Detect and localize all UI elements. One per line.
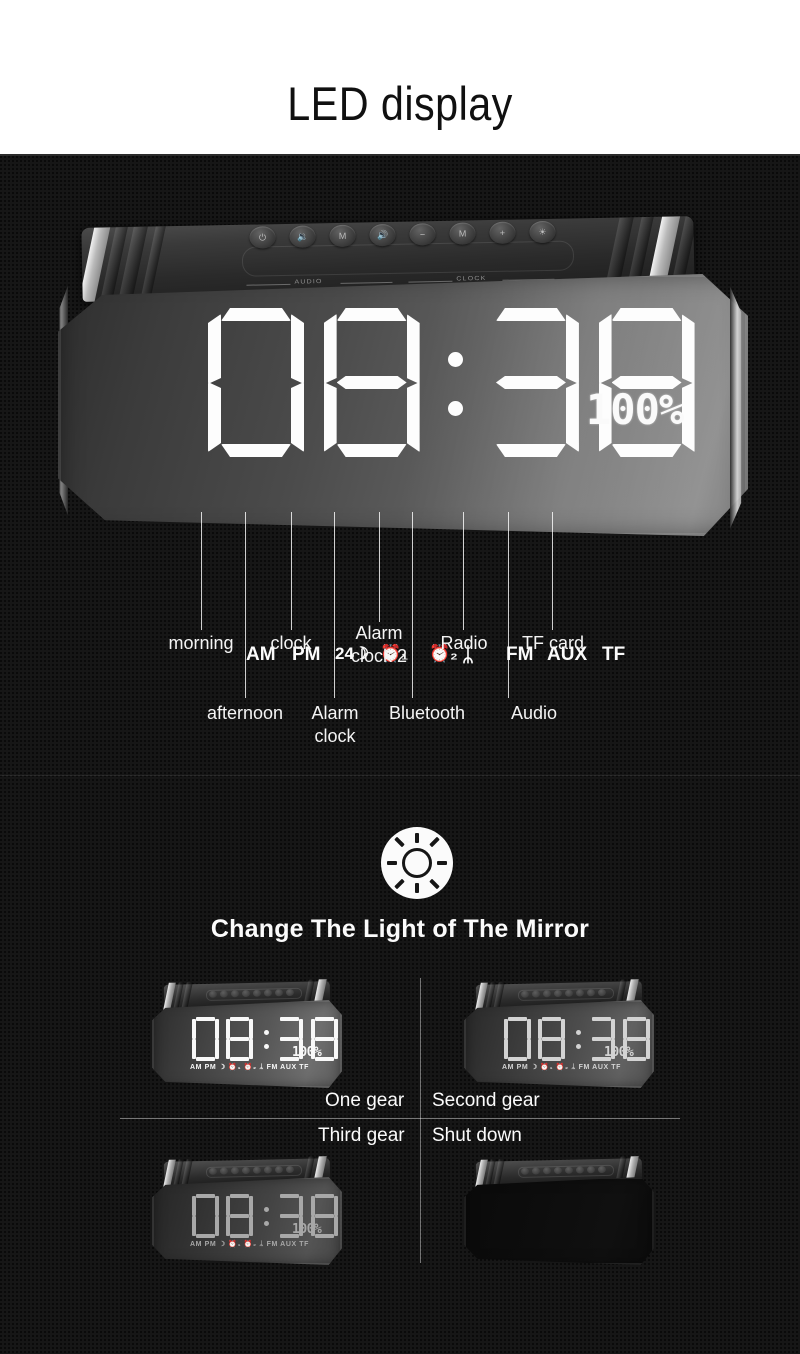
mini-indicator-strip: AM PM ☽ ⏰₁ ⏰₂ ᛦ FM AUX TF bbox=[502, 1064, 622, 1071]
sun-ray bbox=[437, 861, 447, 865]
mini-speaker-shut-down: 100% AM PM ☽ ⏰₁ ⏰₂ ᛦ FM AUX TF bbox=[464, 1156, 654, 1280]
section-divider bbox=[0, 775, 800, 776]
leader-line-bluetooth bbox=[412, 512, 413, 698]
indicator-tf: TF bbox=[602, 644, 626, 665]
sun-ray bbox=[394, 878, 405, 890]
header-section: LED display bbox=[0, 0, 800, 155]
sun-ray bbox=[394, 836, 405, 848]
mini-speaker-second-gear: 100% AM PM ☽ ⏰₁ ⏰₂ ᛦ FM AUX TF bbox=[464, 979, 654, 1103]
callout-morning: morning bbox=[168, 633, 234, 653]
speaker-product-image: ⏻ 🔉 M 🔊 − M + ☀ AUDIO CLOCK 100% AM PM 2… bbox=[58, 216, 748, 666]
sun-ray bbox=[429, 878, 440, 890]
sun-ray bbox=[415, 833, 419, 843]
mini-indicator-strip: AM PM ☽ ⏰₁ ⏰₂ ᛦ FM AUX TF bbox=[502, 1240, 621, 1248]
leader-line-radio bbox=[463, 512, 464, 630]
mini-battery: 100% bbox=[292, 1222, 322, 1237]
sun-ray bbox=[415, 883, 419, 893]
callout-alarm-clock-2: Alarm clock 2 bbox=[333, 622, 425, 668]
callout-radio: Radio bbox=[440, 633, 488, 653]
leader-line-tf-card bbox=[552, 512, 553, 630]
quadrant-divider-vertical-top bbox=[420, 978, 421, 1118]
callout-alarm-clock-line2: clock bbox=[314, 726, 356, 746]
mini-indicator-strip: AM PM ☽ ⏰₁ ⏰₂ ᛦ FM AUX TF bbox=[190, 1241, 310, 1248]
sun-core bbox=[402, 848, 432, 878]
led-display-infographic: LED display ⏻ 🔉 M 🔊 − M + ☀ AUDIO CLOCK … bbox=[0, 0, 800, 1354]
quadrant-divider-horizontal bbox=[120, 1118, 680, 1119]
leader-line-alarm-clock bbox=[334, 512, 335, 698]
status-indicator-row: AM PM 24☽ ⏰₁ ⏰₂ ᛦ FM AUX TF bbox=[58, 222, 748, 666]
sun-brightness-icon bbox=[381, 827, 453, 899]
mini-battery: 100% bbox=[604, 1222, 633, 1237]
brightness-section-title: Change The Light of The Mirror bbox=[210, 915, 590, 943]
mini-speaker-one-gear: 100% AM PM ☽ ⏰₁ ⏰₂ ᛦ FM AUX TF bbox=[152, 979, 342, 1103]
leader-line-afternoon bbox=[245, 512, 246, 698]
mini-indicator-strip: AM PM ☽ ⏰₁ ⏰₂ ᛦ FM AUX TF bbox=[190, 1064, 310, 1071]
callout-alarm-clock-2-line2: clock 2 bbox=[350, 646, 408, 666]
leader-line-clock bbox=[291, 512, 292, 630]
leader-line-morning bbox=[201, 512, 202, 630]
sun-ray bbox=[429, 836, 440, 848]
leader-line-alarm-clock-2 bbox=[379, 512, 380, 622]
page-title: LED display bbox=[287, 77, 513, 130]
sun-ray bbox=[387, 861, 397, 865]
mini-battery: 100% bbox=[292, 1045, 322, 1060]
mini-battery: 100% bbox=[604, 1045, 634, 1060]
callout-alarm-clock-line1: Alarm bbox=[311, 703, 359, 723]
callout-alarm-clock: Alarm clock bbox=[292, 702, 378, 748]
callout-tf-card: TF card bbox=[521, 633, 584, 653]
gear-label-third-gear: Third gear bbox=[318, 1125, 405, 1146]
mini-speaker-third-gear: 100% AM PM ☽ ⏰₁ ⏰₂ ᛦ FM AUX TF bbox=[152, 1156, 342, 1280]
quadrant-divider-vertical-bottom bbox=[420, 1118, 421, 1263]
callout-bluetooth: Bluetooth bbox=[388, 703, 466, 723]
callout-afternoon: afternoon bbox=[206, 703, 284, 723]
gear-label-shut-down: Shut down bbox=[432, 1125, 522, 1146]
callout-alarm-clock-2-line1: Alarm bbox=[355, 623, 403, 643]
callout-clock: clock bbox=[270, 633, 312, 653]
callout-audio: Audio bbox=[510, 703, 558, 723]
leader-line-audio bbox=[508, 512, 509, 698]
